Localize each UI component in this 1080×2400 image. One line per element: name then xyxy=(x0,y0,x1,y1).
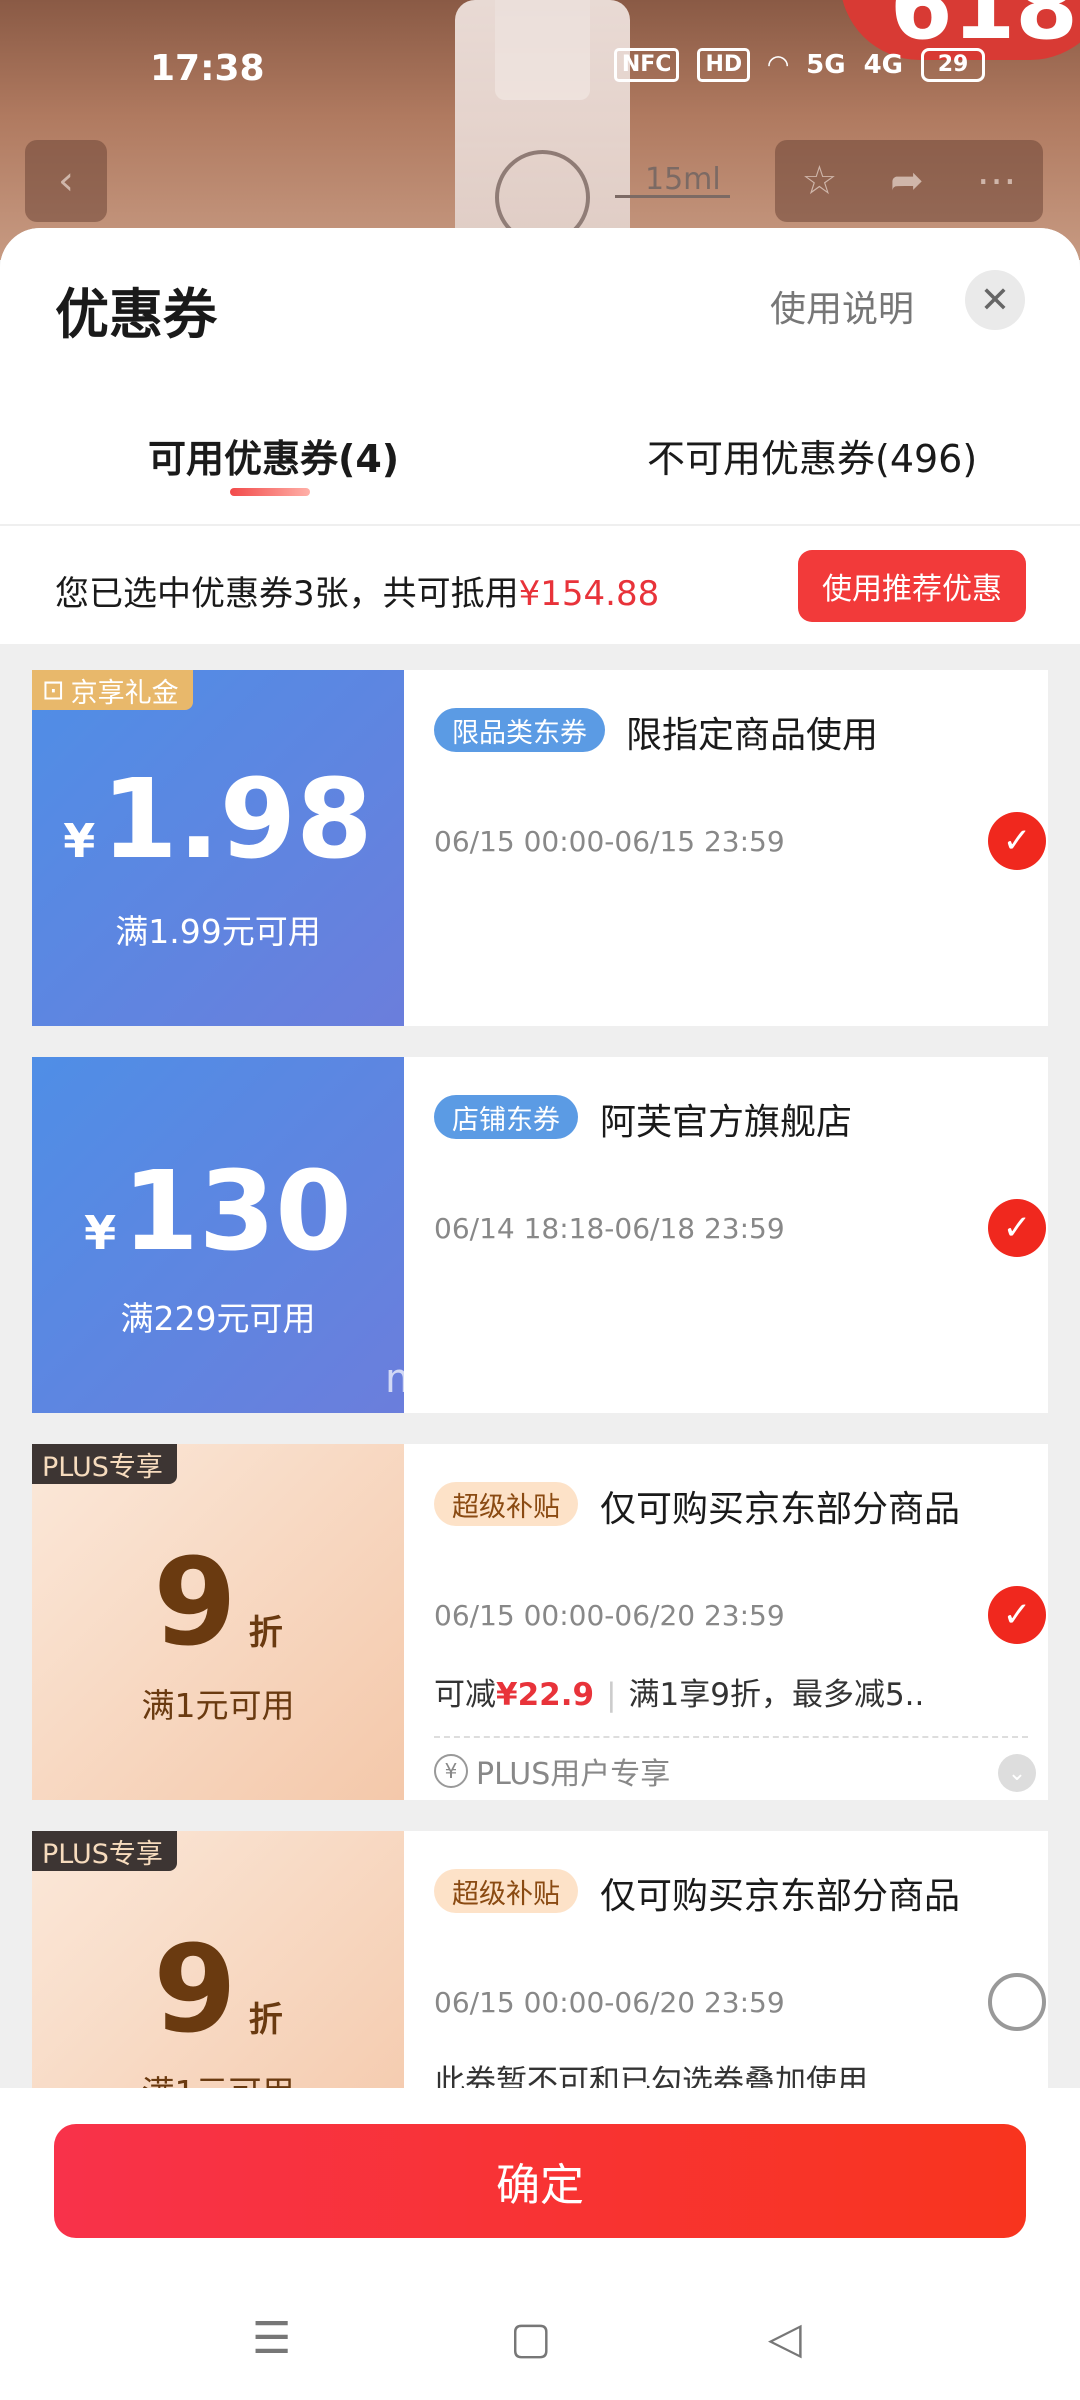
coupon-name: 仅可购买京东部分商品 xyxy=(600,1489,961,1530)
coupon-checkbox[interactable]: ✓ xyxy=(988,1199,1046,1257)
volume-label: 15ml xyxy=(645,162,721,197)
plus-tag: PLUS专享 xyxy=(32,1831,177,1871)
plus-user-note: ¥ PLUS用户专享 xyxy=(434,1749,670,1793)
coupon-name: 阿芙官方旗舰店 xyxy=(600,1102,853,1143)
signal-4g-icon: 4G xyxy=(863,50,903,80)
confirm-button[interactable]: 确定 xyxy=(54,2124,1026,2238)
coupon-value-panel: PLUS专享 9折 满1元可用 xyxy=(32,1444,404,1800)
coupon-date: 06/14 18:18-06/18 23:59 xyxy=(434,1212,785,1245)
menu-icon[interactable]: ☰ xyxy=(252,2313,291,2364)
coupon-value-panel: ⊡ 京享礼金 ¥1.98 满1.99元可用 xyxy=(32,670,404,1026)
tab-available[interactable]: 可用优惠券(4) xyxy=(148,428,399,483)
plus-tag: PLUS专享 xyxy=(32,1444,177,1484)
coupon-type-tag: 超级补贴 xyxy=(434,1869,578,1913)
star-icon[interactable]: ☆ xyxy=(801,158,837,204)
coupon-type-tag: 店铺东券 xyxy=(434,1095,578,1139)
nfc-icon: NFC xyxy=(613,48,680,82)
status-bar: 17:38 NFC HD ◠ 5G 4G 29 xyxy=(0,0,1080,120)
coupon-value-panel: ¥130 满229元可用 xyxy=(32,1057,404,1413)
coupon-date: 06/15 00:00-06/20 23:59 xyxy=(434,1986,785,2019)
home-icon[interactable]: ▢ xyxy=(510,2313,552,2364)
coupon-checkbox[interactable]: ✓ xyxy=(988,1586,1046,1644)
gift-tag: ⊡ 京享礼金 xyxy=(32,670,193,710)
coupon-sheet: 优惠券 使用说明 ✕ 可用优惠券(4) 不可用优惠券(496) 您已选中优惠券3… xyxy=(0,228,1080,2400)
yen-icon: ¥ xyxy=(434,1754,468,1788)
coupon-amount: 9折 xyxy=(153,1534,283,1673)
watermark: michilleJCTE xyxy=(385,1356,630,1402)
check-icon: ✓ xyxy=(1002,1595,1032,1635)
usage-help-link[interactable]: 使用说明 xyxy=(770,280,914,332)
coupon-condition: 满229元可用 xyxy=(120,1299,316,1338)
use-recommended-button[interactable]: 使用推荐优惠 xyxy=(798,550,1026,622)
check-icon: ✓ xyxy=(1002,821,1032,861)
selection-summary: 您已选中优惠券3张，共可抵用¥154.88 使用推荐优惠 xyxy=(0,526,1080,644)
coupon-condition: 满1元可用 xyxy=(141,1686,295,1725)
chevron-left-icon: ‹ xyxy=(58,158,74,204)
signal-5g-icon: 5G xyxy=(806,50,846,80)
coupon-type-tag: 限品类东券 xyxy=(434,708,605,752)
back-nav-icon[interactable]: ◁ xyxy=(768,2313,802,2364)
wifi-icon: ◠ xyxy=(768,50,789,80)
coupon-card[interactable]: ⊡ 京享礼金 ¥1.98 满1.99元可用 限品类东券 限指定商品使用 06/15… xyxy=(32,670,1048,1026)
tab-unavailable[interactable]: 不可用优惠券(496) xyxy=(647,428,977,483)
coupon-condition: 满1.99元可用 xyxy=(115,912,321,951)
more-icon[interactable]: ⋯ xyxy=(977,158,1017,204)
gift-icon: ⊡ xyxy=(42,674,65,706)
hd-icon: HD xyxy=(697,48,751,82)
coupon-name: 仅可购买京东部分商品 xyxy=(600,1876,961,1917)
chevron-down-icon: ⌄ xyxy=(1007,1760,1027,1786)
sheet-title: 优惠券 xyxy=(55,283,217,346)
back-button[interactable]: ‹ xyxy=(25,140,107,222)
coupon-checkbox[interactable]: ✓ xyxy=(988,812,1046,870)
coupon-discount-detail: 可减¥22.9 | 满1享9折，最多减5.. xyxy=(434,1677,925,1713)
coupon-date: 06/15 00:00-06/15 23:59 xyxy=(434,825,785,858)
coupon-type-tag: 超级补贴 xyxy=(434,1482,578,1526)
summary-text: 您已选中优惠券3张，共可抵用 xyxy=(55,574,519,614)
active-tab-indicator xyxy=(230,488,310,496)
footer: 确定 ☰ ▢ ◁ xyxy=(0,2088,1080,2400)
close-icon: ✕ xyxy=(979,279,1011,321)
battery-icon: 29 xyxy=(921,48,985,82)
check-icon: ✓ xyxy=(1002,1208,1032,1248)
status-time: 17:38 xyxy=(150,48,265,89)
coupon-name: 限指定商品使用 xyxy=(626,715,879,756)
sheet-header: 优惠券 使用说明 ✕ 可用优惠券(4) 不可用优惠券(496) xyxy=(0,228,1080,524)
coupon-amount: 9折 xyxy=(153,1921,283,2060)
coupon-amount: ¥130 xyxy=(84,1147,352,1275)
coupon-card[interactable]: PLUS专享 9折 满1元可用 超级补贴 仅可购买京东部分商品 06/15 00… xyxy=(32,1444,1048,1800)
close-button[interactable]: ✕ xyxy=(965,270,1025,330)
summary-amount: ¥154.88 xyxy=(518,574,660,614)
share-icon[interactable]: ➦ xyxy=(890,158,924,204)
page-actions: ☆ ➦ ⋯ xyxy=(775,140,1043,222)
coupon-amount: ¥1.98 xyxy=(63,755,373,883)
system-nav-bar: ☰ ▢ ◁ xyxy=(0,2313,1080,2383)
expand-button[interactable]: ⌄ xyxy=(998,1754,1036,1792)
coupon-checkbox[interactable] xyxy=(988,1973,1046,2031)
coupon-date: 06/15 00:00-06/20 23:59 xyxy=(434,1599,785,1632)
